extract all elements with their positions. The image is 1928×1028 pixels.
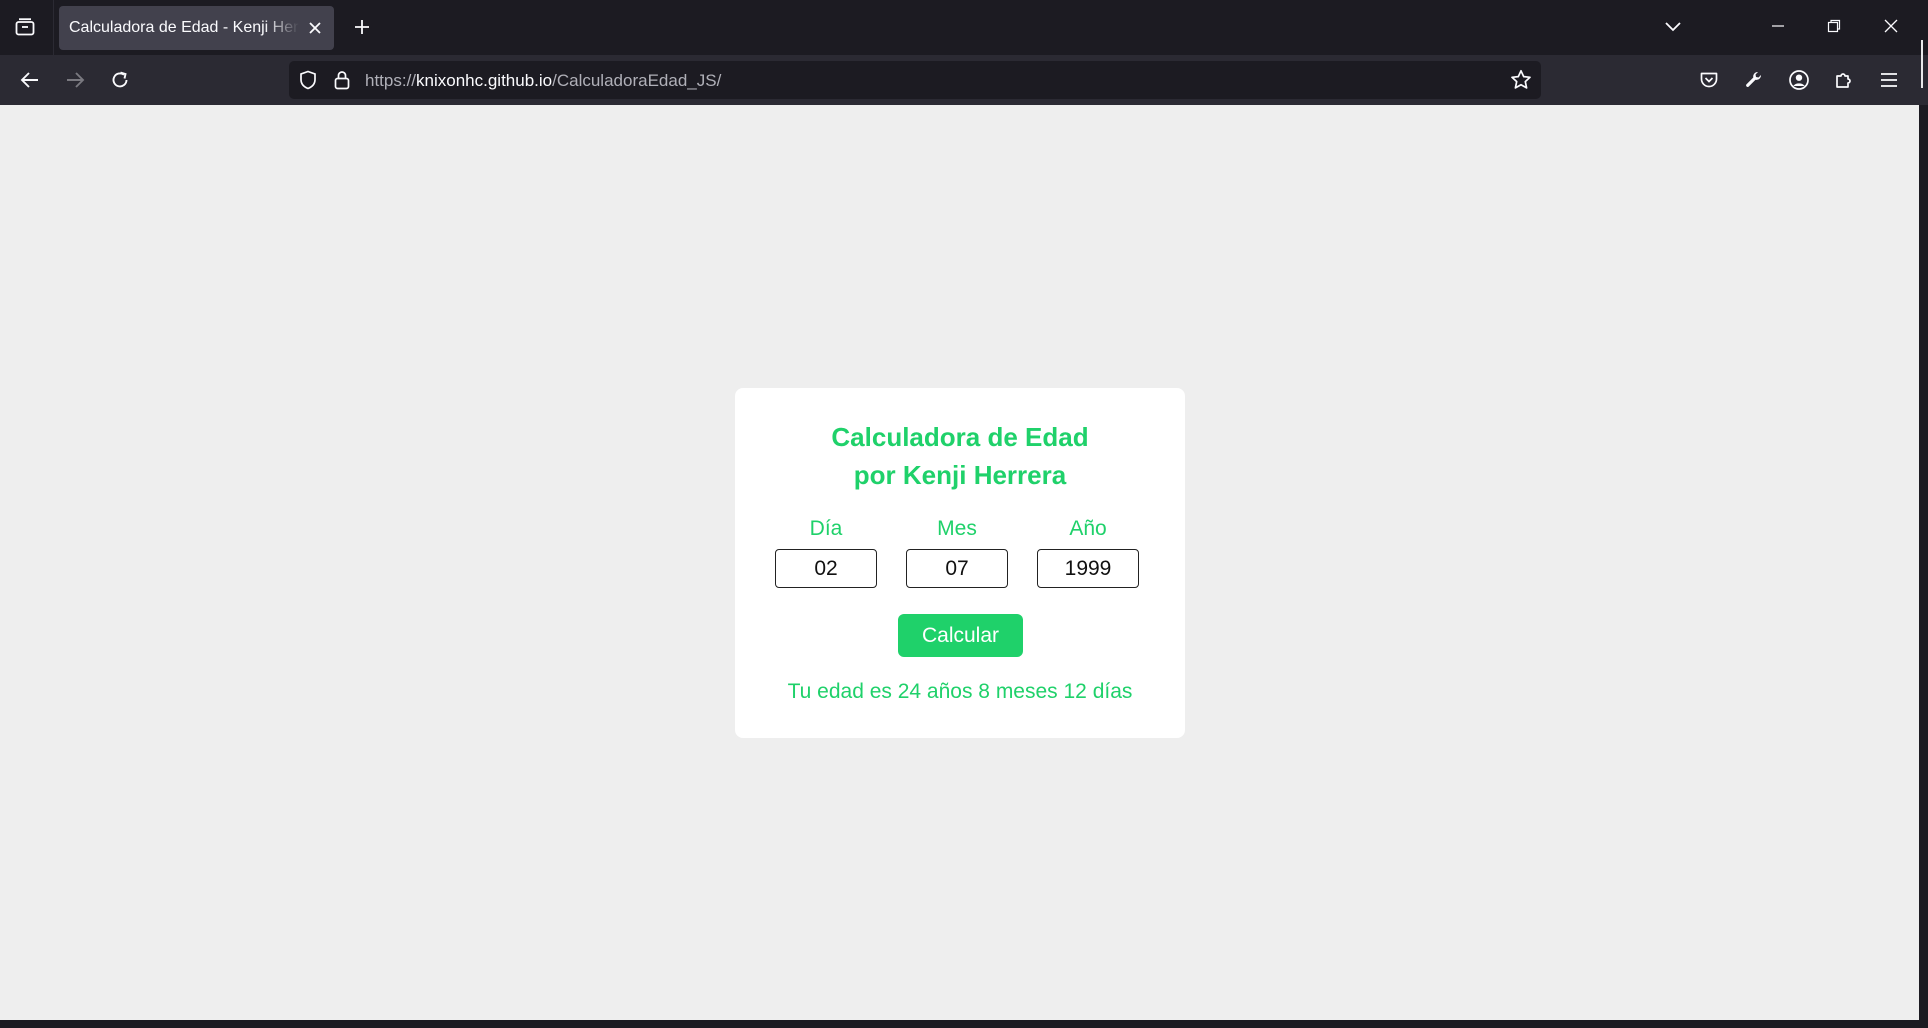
page-title: Calculadora de Edad por Kenji Herrera <box>735 418 1185 494</box>
navigation-toolbar: https://knixonhc.github.io/CalculadoraEd… <box>0 55 1928 105</box>
day-input[interactable] <box>775 549 877 588</box>
url-path: /CalculadoraEdad_JS/ <box>552 71 722 90</box>
plus-icon[interactable] <box>347 12 377 42</box>
page-viewport: Calculadora de Edad por Kenji Herrera Dí… <box>0 105 1919 1020</box>
forward-arrow-icon[interactable] <box>58 63 92 97</box>
calculate-button[interactable]: Calcular <box>898 614 1023 657</box>
title-line-1: Calculadora de Edad <box>831 422 1089 452</box>
calculator-card: Calculadora de Edad por Kenji Herrera Dí… <box>735 388 1185 738</box>
url-host: knixonhc.github.io <box>416 71 553 90</box>
chevron-down-icon[interactable] <box>1653 8 1693 44</box>
year-input[interactable] <box>1037 549 1139 588</box>
day-field-group: Día <box>775 516 877 588</box>
reload-icon[interactable] <box>103 63 137 97</box>
window-close-icon[interactable] <box>1871 8 1911 44</box>
url-bar[interactable]: https://knixonhc.github.io/CalculadoraEd… <box>289 61 1541 99</box>
window-bottom-edge <box>0 1020 1928 1028</box>
month-input[interactable] <box>906 549 1008 588</box>
active-tab[interactable]: Calculadora de Edad - Kenji Herrera <box>59 6 334 50</box>
year-label: Año <box>1069 517 1107 540</box>
age-result: Tu edad es 24 años 8 meses 12 días <box>787 680 1133 703</box>
shield-icon[interactable] <box>297 69 319 91</box>
scrollbar[interactable] <box>1919 105 1928 1028</box>
tab-title: Calculadora de Edad - Kenji Herrera <box>69 19 299 36</box>
extensions-icon[interactable] <box>1827 63 1861 97</box>
scrollbar-thumb[interactable] <box>1921 40 1923 88</box>
pocket-icon[interactable] <box>1692 63 1726 97</box>
minimize-icon[interactable] <box>1758 8 1798 44</box>
lock-icon[interactable] <box>331 69 353 91</box>
close-icon[interactable] <box>304 17 326 39</box>
title-line-2: por Kenji Herrera <box>853 460 1067 490</box>
tab-separator <box>53 0 54 55</box>
tab-strip: Calculadora de Edad - Kenji Herrera <box>0 0 1928 55</box>
star-icon[interactable] <box>1510 69 1532 91</box>
restore-icon[interactable] <box>1814 8 1854 44</box>
back-arrow-icon[interactable] <box>13 63 47 97</box>
tab-list-icon[interactable] <box>10 13 40 41</box>
day-label: Día <box>809 517 843 540</box>
account-icon[interactable] <box>1782 63 1816 97</box>
wrench-icon[interactable] <box>1737 63 1771 97</box>
month-field-group: Mes <box>906 516 1008 588</box>
url-scheme: https:// <box>365 71 417 90</box>
year-field-group: Año <box>1037 516 1139 588</box>
menu-icon[interactable] <box>1872 63 1906 97</box>
month-label: Mes <box>937 517 977 540</box>
url-text[interactable]: https://knixonhc.github.io/CalculadoraEd… <box>365 71 721 91</box>
